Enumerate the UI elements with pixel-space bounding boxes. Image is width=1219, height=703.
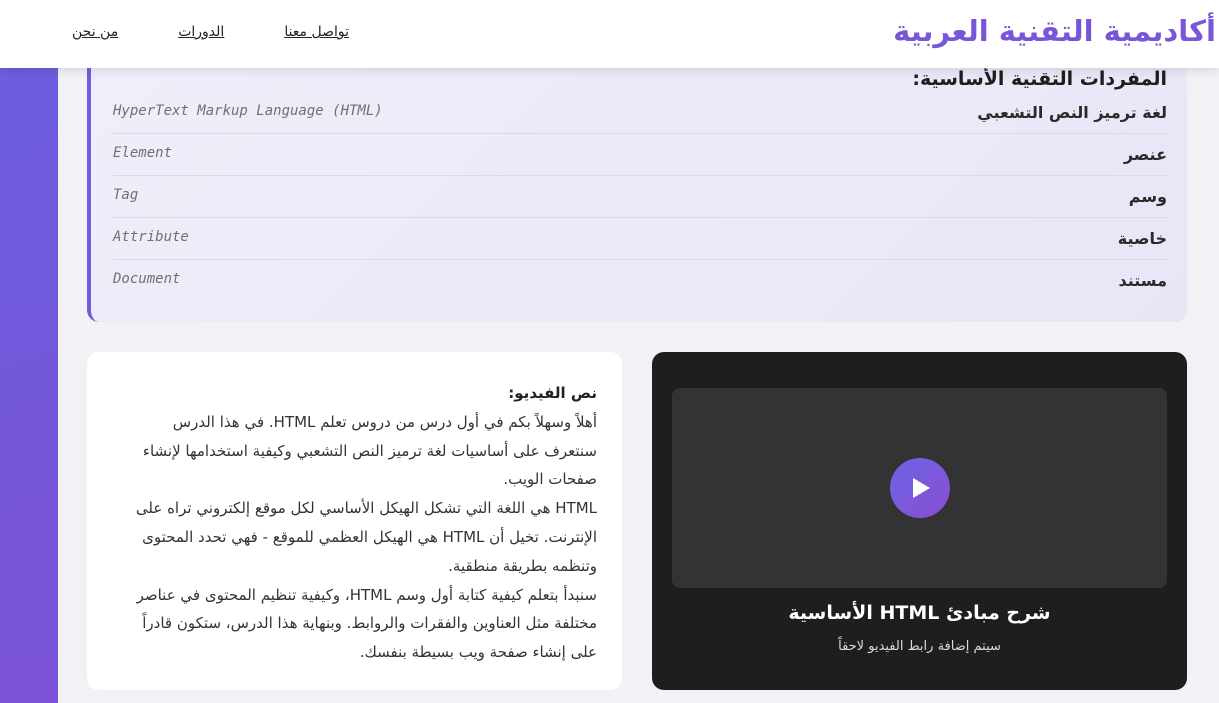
vocabulary-row: مستند Document [113, 260, 1167, 302]
main-nav: من نحن الدورات تواصل معنا [72, 20, 349, 44]
video-note: سيتم إضافة رابط الفيديو لاحقاً [838, 639, 1001, 654]
vocabulary-row: وسم Tag [113, 176, 1167, 218]
play-icon [913, 478, 930, 498]
vocabulary-title: المفردات التقنية الأساسية: [912, 68, 1167, 90]
nav-link-about[interactable]: من نحن [72, 20, 118, 44]
vocabulary-term-arabic: وسم [1128, 187, 1167, 206]
transcript-paragraph: أهلاً وسهلاً بكم في أول درس من دروس تعلم… [142, 412, 597, 489]
video-player[interactable] [672, 388, 1167, 588]
vocabulary-list: لغة ترميز النص التشعبي HyperText Markup … [113, 92, 1167, 302]
vocabulary-row: عنصر Element [113, 134, 1167, 176]
vocabulary-term-english: Tag [113, 187, 139, 203]
transcript-paragraph: HTML هي اللغة التي تشكل الهيكل الأساسي ل… [135, 499, 597, 575]
top-navbar: أكاديمية التقنية العربية من نحن الدورات … [0, 0, 1219, 68]
vocabulary-card: المفردات التقنية الأساسية: لغة ترميز الن… [87, 40, 1187, 322]
play-button[interactable] [890, 458, 950, 518]
transcript-paragraph: سنبدأ بتعلم كيفية كتابة أول وسم HTML، وك… [136, 585, 597, 662]
vocabulary-term-english: Document [113, 271, 181, 287]
transcript-body: نص الفيديو: أهلاً وسهلاً بكم في أول درس … [117, 379, 597, 667]
vocabulary-term-english: Element [113, 145, 173, 161]
vocabulary-row: لغة ترميز النص التشعبي HyperText Markup … [113, 92, 1167, 134]
video-card: شرح مبادئ HTML الأساسية سيتم إضافة رابط … [652, 352, 1187, 690]
video-title: شرح مبادئ HTML الأساسية [788, 602, 1051, 624]
vocabulary-term-arabic: عنصر [1123, 145, 1167, 164]
vocabulary-term-arabic: لغة ترميز النص التشعبي [977, 103, 1167, 122]
transcript-title: نص الفيديو: [508, 384, 597, 402]
nav-link-courses[interactable]: الدورات [178, 20, 224, 44]
vocabulary-term-english: HyperText Markup Language (HTML) [113, 103, 383, 119]
site-logo-text[interactable]: أكاديمية التقنية العربية [893, 11, 1216, 51]
transcript-card: نص الفيديو: أهلاً وسهلاً بكم في أول درس … [87, 352, 622, 690]
vocabulary-term-arabic: مستند [1118, 271, 1168, 290]
vocabulary-row: خاصية Attribute [113, 218, 1167, 260]
vocabulary-term-arabic: خاصية [1117, 229, 1167, 248]
vocabulary-term-english: Attribute [113, 229, 189, 245]
nav-link-contact[interactable]: تواصل معنا [284, 20, 349, 44]
